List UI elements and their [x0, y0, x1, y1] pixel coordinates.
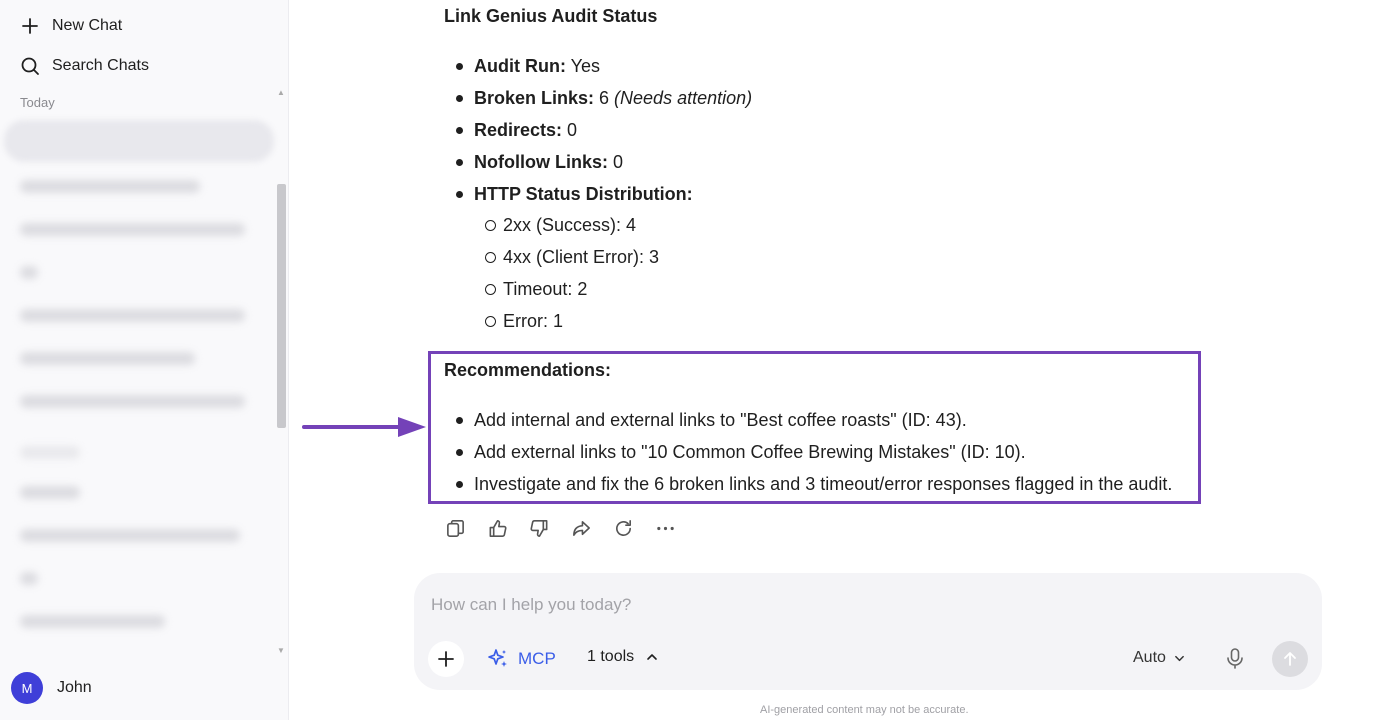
audit-status-list: Audit Run: Yes Broken Links: 6 (Needs at…	[455, 50, 752, 210]
mcp-button[interactable]: MCP	[486, 647, 556, 671]
list-item: Broken Links: 6 (Needs attention)	[455, 82, 752, 114]
message-actions	[444, 516, 676, 540]
thumbs-down-button[interactable]	[528, 516, 550, 540]
list-item: Nofollow Links: 0	[455, 146, 752, 178]
disclaimer-text: AI-generated content may not be accurate…	[760, 704, 969, 716]
more-button[interactable]	[654, 516, 676, 540]
chat-item[interactable]	[20, 395, 245, 408]
sparkle-icon	[488, 649, 507, 667]
share-button[interactable]	[570, 516, 592, 540]
search-icon	[21, 57, 39, 75]
chevron-down-icon	[1175, 655, 1184, 661]
scroll-up-icon[interactable]: ▲	[277, 88, 285, 97]
status-distribution-list: 2xx (Success): 4 4xx (Client Error): 3 T…	[484, 209, 659, 337]
list-item: 4xx (Client Error): 3	[484, 241, 659, 273]
thumbs-down-icon	[529, 519, 547, 537]
response-heading: Link Genius Audit Status	[444, 6, 658, 26]
user-profile[interactable]: M John	[11, 672, 92, 704]
model-select[interactable]: Auto	[1133, 649, 1185, 667]
new-chat-label: New Chat	[52, 17, 123, 34]
chat-item[interactable]	[20, 529, 240, 542]
chat-item[interactable]	[20, 486, 80, 499]
list-item: HTTP Status Distribution:	[455, 178, 752, 210]
chat-item[interactable]	[20, 309, 245, 322]
regenerate-icon	[615, 519, 631, 536]
tools-dropdown[interactable]: 1 tools	[587, 648, 658, 666]
chat-item[interactable]	[20, 180, 200, 193]
copy-icon	[446, 519, 464, 537]
send-button[interactable]	[1272, 641, 1308, 677]
thumbs-up-icon	[489, 519, 507, 537]
attach-button[interactable]	[428, 641, 464, 677]
arrow-icon	[302, 417, 426, 437]
plus-icon	[438, 651, 454, 667]
new-chat-button[interactable]: New Chat	[20, 16, 122, 36]
section-label-today: Today	[20, 95, 55, 110]
microphone-icon	[1227, 648, 1243, 669]
chat-item[interactable]	[20, 223, 245, 236]
chat-item[interactable]	[20, 615, 165, 628]
section-label	[20, 446, 80, 459]
chat-item[interactable]	[20, 352, 195, 365]
message-composer: MCP 1 tools Auto	[414, 573, 1322, 690]
plus-icon	[22, 18, 38, 34]
mcp-label: MCP	[518, 649, 556, 668]
regenerate-button[interactable]	[612, 516, 634, 540]
list-item: 2xx (Success): 4	[484, 209, 659, 241]
user-name: John	[57, 679, 92, 696]
microphone-button[interactable]	[1224, 647, 1246, 676]
tools-label: 1 tools	[587, 648, 635, 665]
thumbs-up-button[interactable]	[486, 516, 508, 540]
model-label: Auto	[1133, 649, 1166, 666]
scroll-down-icon[interactable]: ▼	[277, 646, 285, 655]
list-item: Error: 1	[484, 305, 659, 337]
chat-item-active[interactable]	[4, 120, 274, 162]
chevron-up-icon	[647, 654, 657, 660]
share-icon	[572, 520, 590, 536]
more-icon	[656, 526, 674, 530]
list-item: Timeout: 2	[484, 273, 659, 305]
send-icon	[1284, 652, 1296, 666]
sidebar: New Chat Search Chats Today ▲ ▼ M John	[0, 0, 289, 720]
chat-input[interactable]	[431, 595, 1291, 615]
list-item: Audit Run: Yes	[455, 50, 752, 82]
sidebar-scrollbar[interactable]	[277, 184, 286, 428]
avatar: M	[11, 672, 43, 704]
chat-item[interactable]	[20, 572, 38, 585]
chat-item[interactable]	[20, 266, 38, 279]
copy-button[interactable]	[444, 516, 466, 540]
search-chats-button[interactable]: Search Chats	[20, 56, 149, 76]
list-item: Redirects: 0	[455, 114, 752, 146]
highlight-box	[428, 351, 1201, 504]
search-chats-label: Search Chats	[52, 57, 149, 74]
